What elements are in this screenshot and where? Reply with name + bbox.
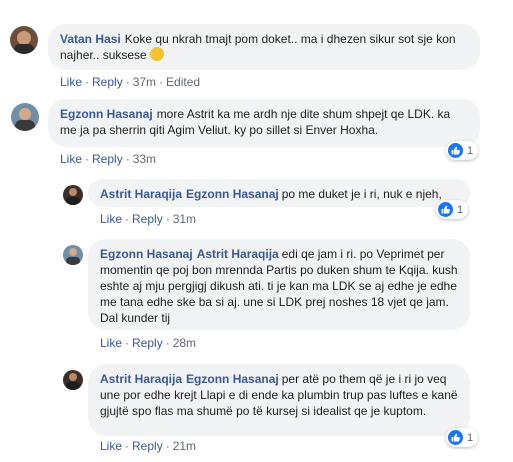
comment-bubble: Astrit Haraqija Egzonn Hasanaj per atë po …: [88, 364, 470, 436]
reply-comment: Astrit Haraqija Egzonn Hasanaj po me duket…: [0, 175, 513, 230]
comment-actions: Like · Reply · 37m · Edited: [60, 75, 201, 89]
comment-actions: Like · Reply · 21m: [100, 439, 197, 453]
reply-button[interactable]: Reply: [132, 336, 163, 350]
comment-timestamp[interactable]: 37m: [133, 75, 156, 89]
comment-timestamp[interactable]: 28m: [173, 336, 196, 350]
reply-button[interactable]: Reply: [132, 212, 163, 226]
reaction-number: 1: [467, 431, 474, 444]
avatar[interactable]: [10, 26, 38, 54]
reaction-number: 1: [457, 203, 464, 216]
avatar[interactable]: [63, 245, 83, 265]
reaction-count[interactable]: 1: [436, 200, 469, 219]
edited-label[interactable]: Edited: [166, 75, 200, 89]
reply-button[interactable]: Reply: [92, 152, 123, 166]
comment-bubble: Egzonn Hasanaj Astrit Haraqija edi qe jam …: [88, 239, 470, 330]
reaction-count[interactable]: 1: [446, 428, 479, 447]
comment-timestamp[interactable]: 31m: [173, 212, 196, 226]
mention-link[interactable]: Egzonn Hasanaj: [186, 372, 279, 386]
avatar[interactable]: [63, 370, 83, 390]
reply-button[interactable]: Reply: [132, 439, 163, 453]
comment-timestamp[interactable]: 21m: [173, 439, 196, 453]
like-icon: [438, 202, 453, 217]
like-button[interactable]: Like: [60, 75, 82, 89]
comment-bubble: Astrit Haraqija Egzonn Hasanaj po me duket…: [88, 179, 470, 207]
reply-button[interactable]: Reply: [92, 75, 123, 89]
reply-comment: Astrit Haraqija Egzonn Hasanaj per atë po …: [0, 362, 513, 462]
comment-actions: Like · Reply · 33m: [60, 152, 157, 166]
mention-link[interactable]: Egzonn Hasanaj: [186, 187, 279, 201]
comment-bubble: Vatan Hasi Koke qu nkrah tmajt pom doket.…: [48, 24, 480, 70]
reaction-number: 1: [467, 144, 474, 157]
avatar[interactable]: [11, 103, 39, 131]
comment-author[interactable]: Astrit Haraqija: [100, 372, 182, 386]
avatar[interactable]: [63, 185, 83, 205]
comment-timestamp[interactable]: 33m: [133, 152, 156, 166]
mention-link[interactable]: Astrit Haraqija: [197, 247, 279, 261]
like-icon: [448, 430, 463, 445]
comment-author[interactable]: Vatan Hasi: [60, 32, 121, 46]
comment-author[interactable]: Egzonn Hasanaj: [100, 247, 193, 261]
reaction-count[interactable]: 1: [446, 141, 479, 160]
like-button[interactable]: Like: [100, 212, 122, 226]
comment-actions: Like · Reply · 28m: [100, 336, 197, 350]
like-button[interactable]: Like: [100, 439, 122, 453]
like-button[interactable]: Like: [100, 336, 122, 350]
comment-author[interactable]: Astrit Haraqija: [100, 187, 182, 201]
comment: Vatan Hasi Koke qu nkrah tmajt pom doket.…: [0, 0, 513, 95]
comment-actions: Like · Reply · 31m: [100, 212, 197, 226]
comment-author[interactable]: Egzonn Hasanaj: [60, 107, 153, 121]
like-button[interactable]: Like: [60, 152, 82, 166]
clapping-hands-icon: [149, 47, 164, 61]
comment-text: po me duket je i ri, nuk e njeh,: [281, 187, 442, 201]
comment-bubble: Egzonn Hasanaj more Astrit ka me ardh nje…: [48, 99, 480, 147]
like-icon: [448, 143, 463, 158]
comment: Egzonn Hasanaj more Astrit ka me ardh nje…: [0, 95, 513, 175]
reply-comment: Egzonn Hasanaj Astrit Haraqija edi qe jam …: [0, 237, 513, 355]
